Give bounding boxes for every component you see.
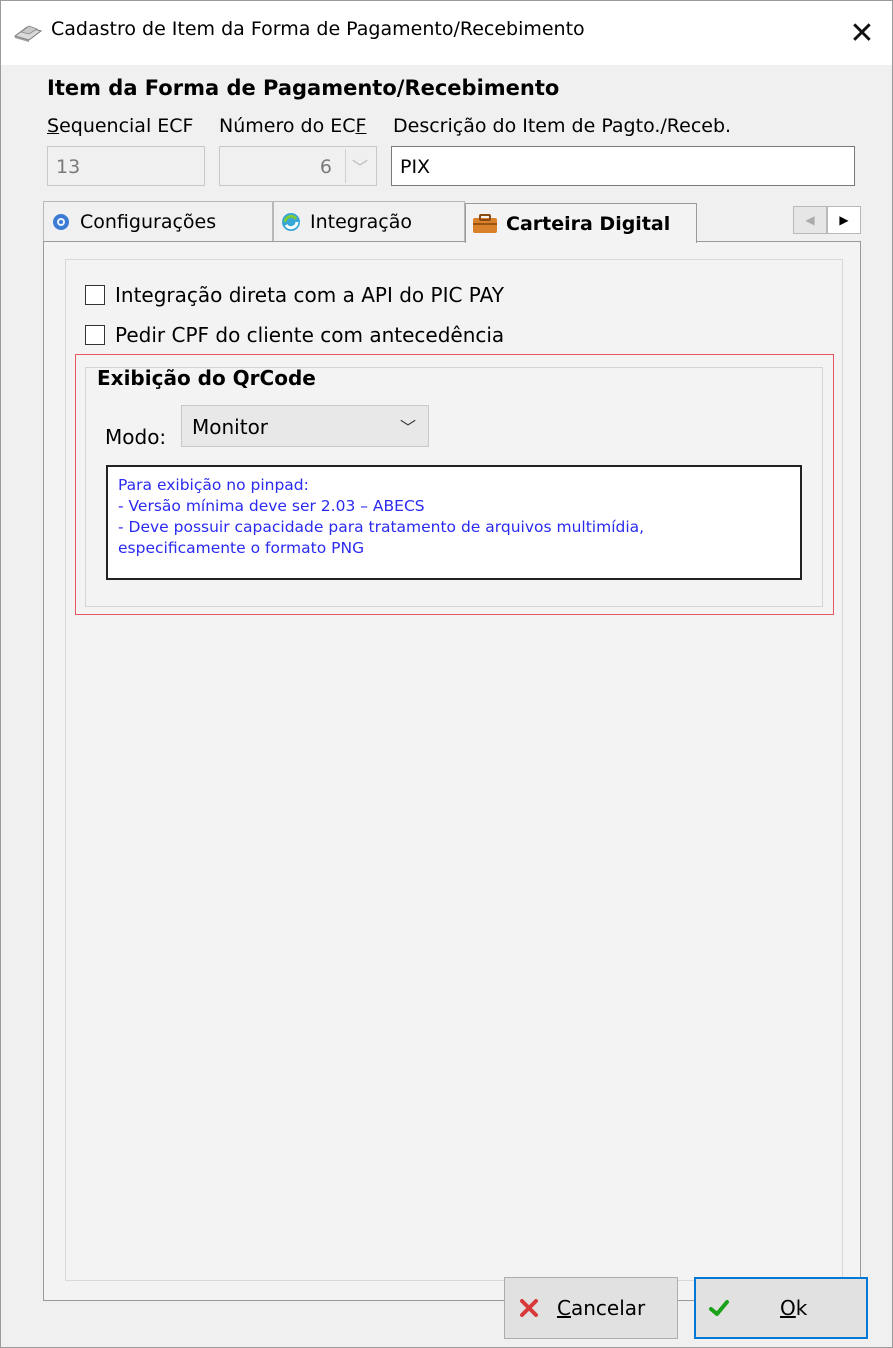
tab-scroll-buttons: ◀ ▶ [793, 206, 861, 234]
checkmark-icon [709, 1300, 729, 1316]
checkbox-label: Pedir CPF do cliente com antecedência [115, 323, 505, 347]
chevron-down-icon: ﹀ [399, 418, 416, 437]
note-line: especificamente o formato PNG [118, 539, 365, 557]
close-icon: ✕ [849, 15, 875, 51]
numero-ecf-combo: 6 ﹀ [219, 146, 377, 186]
tab-scroll-left-button[interactable]: ◀ [793, 206, 827, 234]
cancel-button[interactable]: Cancelar [504, 1277, 678, 1339]
dialog-window: Cadastro de Item da Forma de Pagamento/R… [0, 0, 893, 1348]
numero-ecf-label: Número do ECF [219, 115, 367, 137]
wallet-icon [473, 213, 497, 233]
chevron-down-icon: ﹀ [345, 149, 374, 183]
window-title: Cadastro de Item da Forma de Pagamento/R… [51, 18, 585, 40]
close-icon [520, 1299, 538, 1317]
tab-label: Configurações [80, 210, 217, 233]
ok-button[interactable]: Ok [694, 1277, 868, 1339]
descricao-input[interactable]: PIX [391, 146, 855, 186]
tab-scroll-right-button[interactable]: ▶ [827, 206, 861, 234]
cancel-button-label: Cancelar [557, 1296, 646, 1320]
tab-label: Integração [310, 210, 413, 233]
descricao-label: Descrição do Item de Pagto./Receb. [393, 115, 732, 137]
app-icon [13, 25, 43, 42]
checkbox-box[interactable] [85, 285, 105, 305]
tab-integracao[interactable]: Integração [273, 201, 465, 241]
close-button[interactable]: ✕ [832, 1, 892, 65]
qrcode-group-title: Exibição do QrCode [97, 366, 316, 390]
tab-carteira-digital[interactable]: Carteira Digital [465, 203, 697, 243]
checkbox-pedir-cpf[interactable]: Pedir CPF do cliente com antecedência [85, 323, 504, 347]
gear-icon [53, 213, 69, 230]
title-bar: Cadastro de Item da Forma de Pagamento/R… [1, 1, 892, 65]
tab-label: Carteira Digital [506, 212, 671, 235]
checkbox-api-picpay[interactable]: Integração direta com a API do PIC PAY [85, 283, 504, 307]
sequencial-label: Sequencial ECF [47, 115, 194, 137]
checkbox-label: Integração direta com a API do PIC PAY [115, 283, 504, 307]
pinpad-note: Para exibição no pinpad: - Versão mínima… [106, 465, 802, 580]
modo-select-value: Monitor [192, 415, 269, 439]
note-line: Para exibição no pinpad: [118, 476, 309, 494]
sequencial-input: 13 [47, 146, 205, 186]
sync-icon [282, 212, 300, 231]
modo-select[interactable]: Monitor ﹀ [181, 405, 429, 447]
ok-button-label: Ok [780, 1296, 808, 1320]
note-line: - Versão mínima deve ser 2.03 – ABECS [118, 497, 425, 515]
group-title: Item da Forma de Pagamento/Recebimento [47, 76, 560, 100]
modo-label: Modo: [105, 425, 167, 449]
checkbox-box[interactable] [85, 325, 105, 345]
note-line: - Deve possuir capacidade para tratament… [118, 518, 645, 536]
tab-configuracoes[interactable]: Configurações [43, 201, 273, 241]
